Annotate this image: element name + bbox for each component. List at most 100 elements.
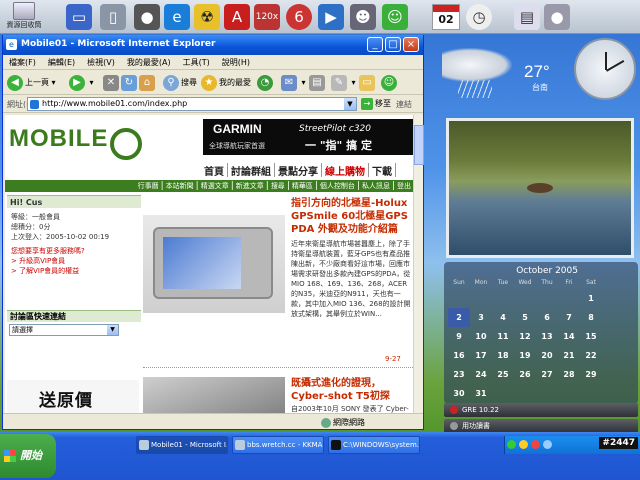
member-upgrade-link[interactable]: > 升級高VIP會員 [7, 256, 141, 266]
calendar-day[interactable]: 28 [558, 365, 580, 384]
photo-gadget[interactable] [446, 118, 634, 258]
refresh-button[interactable]: ↻ [121, 74, 139, 92]
tray-icon-4[interactable] [543, 440, 552, 449]
garmin-banner[interactable]: GARMIN StreetPilot c320 全球導航玩家首選 一 "指" 搞… [203, 119, 413, 155]
acrobat-icon[interactable]: A [224, 4, 250, 30]
nav-download[interactable]: 下載 [369, 163, 396, 177]
go-button[interactable]: → 移至 [361, 98, 391, 110]
print-button[interactable]: ▤ [309, 74, 327, 92]
calendar-day[interactable]: 5 [514, 308, 536, 327]
window-titlebar[interactable]: e Mobile01 - Microsoft Internet Explorer… [3, 35, 423, 55]
calendar-day[interactable]: 12 [514, 327, 536, 346]
subnav-calendar[interactable]: 行事曆 [136, 182, 161, 190]
subnav-new[interactable]: 新進文章 [234, 182, 266, 190]
nav-places[interactable]: 景點分享 [275, 163, 322, 177]
subnav-featured[interactable]: 精選文章 [199, 182, 231, 190]
dock-calendar[interactable]: 02 [432, 4, 460, 30]
calendar-day[interactable]: 20 [536, 346, 558, 365]
subnav-control[interactable]: 個人控制台 [318, 182, 357, 190]
history-button[interactable]: ◔ [257, 74, 275, 92]
calendar-day[interactable]: 19 [514, 346, 536, 365]
calendar-day[interactable]: 4 [492, 308, 514, 327]
minimize-button[interactable]: _ [367, 37, 383, 52]
forward-button[interactable]: ▶ ▾ [69, 74, 94, 92]
nav-home[interactable]: 首頁 [201, 163, 228, 177]
close-button[interactable]: × [403, 37, 419, 52]
messenger-button[interactable]: ☺ [381, 74, 399, 92]
article2-image[interactable] [143, 377, 285, 413]
calendar-day[interactable]: 13 [536, 327, 558, 346]
menu-edit[interactable]: 編輯(E) [42, 55, 81, 68]
monitor-icon[interactable]: ▭ [66, 4, 92, 30]
member-vip-info-link[interactable]: > 了解VIP會員的權益 [7, 266, 141, 276]
menu-file[interactable]: 檔案(F) [3, 55, 42, 68]
article2-title[interactable]: 既攝式進化的證現，Cyber-shot T5初探 [291, 377, 413, 403]
edit-button[interactable]: ✎ ▾ [331, 74, 356, 92]
stop-button[interactable]: ✕ [103, 74, 121, 92]
maximize-button[interactable]: □ [385, 37, 401, 52]
calendar-day[interactable]: 9 [448, 327, 470, 346]
folder-button[interactable]: ▭ [359, 74, 377, 92]
task-ie[interactable]: Mobile01 - Microsoft I... [136, 436, 228, 454]
member-vip-question[interactable]: 您想要享有更多服務嗎? [7, 246, 141, 256]
trash-icon[interactable]: ▯ [100, 4, 126, 30]
calendar-day[interactable]: 16 [448, 346, 470, 365]
nav-forums[interactable]: 討論群組 [228, 163, 275, 177]
menu-tools[interactable]: 工具(T) [177, 55, 216, 68]
calendar-day-today[interactable]: 2 [448, 308, 470, 327]
menu-favorites[interactable]: 我的最愛(A) [121, 55, 177, 68]
nav-shopping[interactable]: 線上購物 [322, 163, 369, 177]
address-dropdown-icon[interactable]: ▼ [344, 98, 356, 110]
calendar-day[interactable]: 11 [492, 327, 514, 346]
menu-view[interactable]: 檢視(V) [81, 55, 121, 68]
rss-gadget[interactable]: 用功讀書 [444, 419, 638, 433]
calendar-day[interactable]: 22 [580, 346, 602, 365]
calendar-day[interactable]: 25 [492, 365, 514, 384]
calendar-day[interactable]: 17 [470, 346, 492, 365]
calendar-day[interactable]: 14 [558, 327, 580, 346]
calendar-day[interactable]: 10 [470, 327, 492, 346]
start-button[interactable]: 開始 [0, 434, 56, 478]
alien-icon[interactable]: ☻ [350, 4, 376, 30]
speed-120x-icon[interactable]: 120x [254, 4, 280, 30]
calendar-day[interactable]: 18 [492, 346, 514, 365]
calendar-day[interactable]: 30 [448, 384, 470, 403]
calendar-day[interactable]: 24 [470, 365, 492, 384]
clock-icon[interactable]: ◷ [466, 4, 492, 30]
article1-title[interactable]: 指引方向的北極星-Holux GPSmile 60北極星GPS PDA 外觀及功… [291, 197, 413, 236]
calendar-day[interactable]: 8 [580, 308, 602, 327]
recycle-bin[interactable]: 資源回收筒 [2, 2, 46, 34]
vertical-scrollbar[interactable] [413, 115, 424, 413]
document-icon[interactable]: ▤ [514, 4, 540, 30]
task-cmd[interactable]: C:\WINDOWS\system... [328, 436, 420, 454]
subnav-essence[interactable]: 精華區 [290, 182, 315, 190]
calendar-day[interactable]: 3 [470, 308, 492, 327]
speedometer-icon[interactable]: 6 [286, 4, 312, 30]
home-button[interactable]: ⌂ [139, 74, 157, 92]
calendar-day[interactable]: 21 [558, 346, 580, 365]
subnav-messages[interactable]: 私人訊息 [360, 182, 392, 190]
article1-image[interactable] [143, 215, 285, 313]
calendar-day[interactable]: 31 [470, 384, 492, 403]
calendar-day[interactable]: 1 [580, 289, 602, 308]
forum-select[interactable]: 請選擇 ▼ [9, 324, 119, 336]
subnav-logout[interactable]: 登出 [395, 182, 413, 190]
calendar-day[interactable]: 23 [448, 365, 470, 384]
back-button[interactable]: ◀ 上一頁 ▾ [7, 74, 56, 92]
calendar-day[interactable]: 15 [580, 327, 602, 346]
weather-gadget[interactable]: 27° 台南 [428, 40, 566, 110]
calendar-day[interactable]: 26 [514, 365, 536, 384]
radiation-icon[interactable]: ☢ [194, 4, 220, 30]
analog-clock[interactable] [574, 38, 636, 100]
media-player-icon[interactable]: ▶ [318, 4, 344, 30]
mobile01-logo[interactable]: MOBILE [9, 119, 199, 160]
subnav-news[interactable]: 本站新聞 [164, 182, 196, 190]
links-label[interactable]: 連結 [396, 99, 412, 110]
tray-icon-2[interactable] [519, 440, 528, 449]
stock-gadget[interactable]: GRE 10.22 [444, 403, 638, 417]
calendar-day[interactable]: 6 [536, 308, 558, 327]
calendar-day[interactable]: 29 [580, 365, 602, 384]
finder-icon[interactable]: ● [544, 4, 570, 30]
scrollbar-thumb[interactable] [414, 125, 424, 165]
subnav-search[interactable]: 搜尋 [269, 182, 287, 190]
